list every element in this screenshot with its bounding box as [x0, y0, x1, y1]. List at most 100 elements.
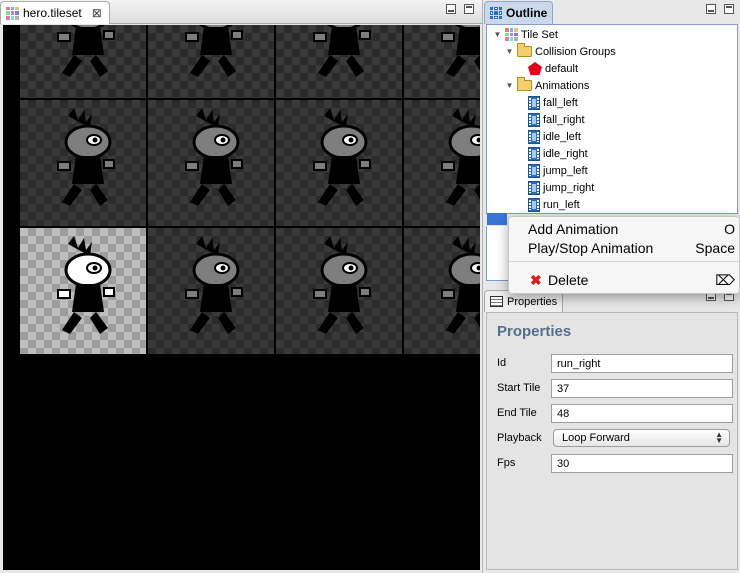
maximize-button[interactable]	[724, 4, 734, 14]
tileset-icon	[505, 28, 518, 41]
tree-node-label: idle_right	[543, 147, 588, 160]
animation-icon	[528, 197, 540, 212]
properties-icon	[490, 296, 503, 307]
hero-sprite	[313, 108, 371, 206]
tileset-canvas[interactable]	[3, 25, 480, 570]
tree-node-label: Collision Groups	[535, 45, 616, 58]
hero-sprite	[57, 108, 115, 206]
animation-icon	[528, 180, 540, 195]
tileset-editor: hero.tileset ⊠	[0, 0, 483, 573]
menu-item-play-stop-animation[interactable]: Play/Stop Animation	[528, 240, 653, 256]
hero-sprite	[441, 108, 480, 206]
expand-arrow-icon[interactable]: ▼	[505, 47, 514, 56]
app-window: hero.tileset ⊠ Outline ▼ Tile Set ▼ Coll…	[0, 0, 740, 573]
tree-node-animation[interactable]: fall_right	[528, 111, 585, 128]
tile[interactable]	[148, 25, 274, 98]
animation-icon	[528, 163, 540, 178]
playback-value: Loop Forward	[562, 432, 630, 444]
tile[interactable]	[148, 100, 274, 226]
tree-node-animation[interactable]: run_left	[528, 196, 580, 213]
shortcut-play-stop: Space	[695, 240, 735, 256]
start-tile-label: Start Tile	[497, 382, 541, 394]
folder-icon	[517, 77, 532, 91]
minimize-button[interactable]	[706, 4, 716, 14]
collision-group-icon	[528, 62, 542, 75]
fps-field[interactable]: 30	[551, 454, 733, 473]
folder-icon	[517, 43, 532, 57]
tree-node-animations[interactable]: ▼ Animations	[505, 77, 589, 94]
tab-hero-tileset[interactable]: hero.tileset ⊠	[0, 1, 110, 24]
outline-icon	[490, 7, 502, 19]
hero-sprite	[57, 236, 115, 334]
tile[interactable]	[276, 25, 402, 98]
tree-node-label: fall_left	[543, 96, 578, 109]
tree-node-label: Tile Set	[521, 28, 558, 41]
tile[interactable]	[20, 25, 146, 98]
menu-item-delete[interactable]: Delete	[548, 272, 588, 288]
tile[interactable]	[276, 228, 402, 354]
start-tile-field[interactable]: 37	[551, 379, 733, 398]
playback-label: Playback	[497, 432, 542, 444]
tree-node-animation[interactable]: jump_left	[528, 162, 588, 179]
tile[interactable]	[148, 228, 274, 354]
id-label: Id	[497, 357, 507, 369]
expand-arrow-icon[interactable]: ▼	[493, 30, 502, 39]
tree-node-tile-set[interactable]: ▼ Tile Set	[493, 26, 558, 43]
animation-icon	[528, 146, 540, 161]
hero-sprite	[313, 25, 371, 77]
tile[interactable]	[20, 100, 146, 226]
tile[interactable]	[404, 100, 480, 226]
tile-grid	[20, 25, 480, 355]
outline-window-controls	[706, 4, 734, 14]
hero-sprite	[185, 108, 243, 206]
animation-icon	[528, 112, 540, 127]
end-tile-field[interactable]: 48	[551, 404, 733, 423]
editor-window-controls	[446, 4, 474, 14]
tree-node-animation[interactable]: fall_left	[528, 94, 578, 111]
hero-sprite	[313, 236, 371, 334]
tree-node-label: jump_left	[543, 164, 588, 177]
tab-label: Outline	[506, 6, 548, 20]
tile-selected[interactable]	[20, 228, 146, 354]
outline-tree[interactable]: ▼ Tile Set ▼ Collision Groups default ▼	[486, 24, 738, 214]
hero-sprite	[185, 236, 243, 334]
editor-tab-bar: hero.tileset ⊠	[0, 0, 482, 24]
properties-view: Properties Properties Id run_right Start…	[484, 287, 740, 573]
tile[interactable]	[404, 25, 480, 98]
hero-sprite	[57, 25, 115, 77]
tree-node-label: Animations	[535, 79, 590, 92]
tile[interactable]	[404, 228, 480, 354]
tree-node-label: jump_right	[543, 181, 595, 194]
tile[interactable]	[276, 100, 402, 226]
tileset-icon	[6, 6, 19, 20]
tree-node-collision-groups[interactable]: ▼ Collision Groups	[505, 43, 616, 60]
hero-sprite	[185, 25, 243, 77]
tree-node-label: fall_right	[543, 113, 585, 126]
tree-node-label: idle_left	[543, 130, 581, 143]
minimize-button[interactable]	[446, 4, 456, 14]
properties-title: Properties	[497, 323, 572, 340]
shortcut-delete: ⌦	[715, 272, 735, 288]
playback-select[interactable]: Loop Forward ▲ ▼	[553, 429, 730, 447]
tree-node-animation[interactable]: idle_left	[528, 128, 581, 145]
tab-label: hero.tileset	[23, 6, 82, 20]
menu-item-add-animation[interactable]: Add Animation	[528, 221, 618, 237]
delete-icon: ✖	[530, 272, 542, 288]
animation-icon	[528, 95, 540, 110]
tree-node-default[interactable]: default	[528, 60, 578, 77]
tree-node-animation[interactable]: jump_right	[528, 179, 594, 196]
id-field[interactable]: run_right	[551, 354, 733, 373]
tree-node-label: default	[545, 62, 579, 75]
close-icon[interactable]: ⊠	[92, 6, 102, 20]
hero-sprite	[441, 236, 480, 334]
hero-sprite	[441, 25, 480, 77]
maximize-button[interactable]	[464, 4, 474, 14]
properties-panel: Properties Id run_right Start Tile 37 En…	[486, 312, 738, 570]
context-menu: Add Animation O Play/Stop Animation Spac…	[508, 216, 740, 294]
fps-label: Fps	[497, 457, 516, 469]
selected-tree-row[interactable]	[487, 213, 507, 225]
tree-node-animation[interactable]: idle_right	[528, 145, 588, 162]
tab-outline[interactable]: Outline	[484, 1, 554, 24]
expand-arrow-icon[interactable]: ▼	[505, 81, 514, 90]
menu-separator	[509, 261, 739, 262]
